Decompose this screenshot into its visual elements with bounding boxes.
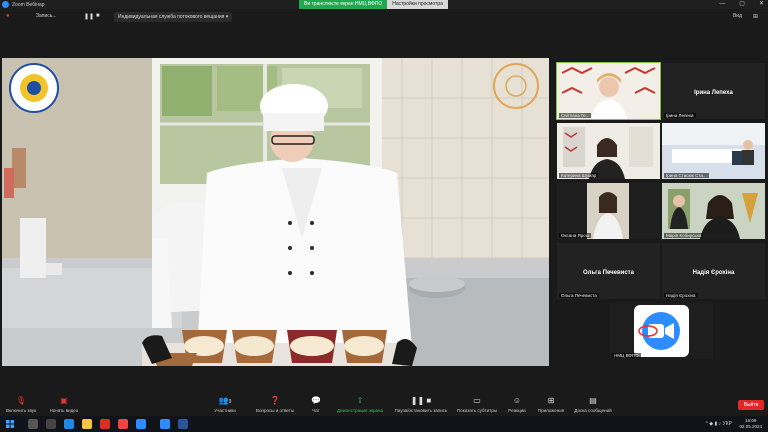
- participant-tile[interactable]: НМЦ ВФПО: [610, 303, 713, 359]
- message-board-icon: ▤: [589, 396, 597, 405]
- share-info-label: Ви транслюєте екран НМЦ ВФПО: [299, 0, 388, 9]
- pause-stop-icon: ❚❚ ■: [410, 396, 432, 405]
- participant-video: [662, 183, 765, 239]
- streaming-service-dropdown[interactable]: Индивидуальная служба потокового вещания…: [114, 12, 233, 22]
- word-icon[interactable]: [178, 419, 188, 429]
- qa-icon: ❓: [270, 396, 280, 405]
- edge-browser-icon[interactable]: [64, 419, 74, 429]
- participant-tile[interactable]: Ірина Лепеха Ірина Лепеха: [662, 63, 765, 119]
- window-controls: — ▢ ✕: [719, 0, 764, 9]
- unmute-label: Включить звук: [5, 408, 36, 413]
- participant-big-name: Надія Єрохіна: [692, 270, 735, 276]
- video-off-icon: ▣: [60, 396, 68, 405]
- reactions-button[interactable]: ☺ Реакции: [504, 396, 530, 413]
- pause-stop-recording-label: Пауза/остановить запись: [394, 408, 448, 413]
- participant-name: Ірина Лепеха: [664, 113, 696, 118]
- show-subtitles-button[interactable]: ▭ Показать субтитры: [456, 396, 498, 413]
- share-screen-icon: ⇧: [356, 396, 364, 405]
- system-tray[interactable]: ^ ◆ ▮ ♪ УКР: [706, 421, 732, 427]
- participant-name: Світлана Ге...: [559, 113, 592, 118]
- search-icon[interactable]: [28, 419, 38, 429]
- participant-tile[interactable]: Ірина Стасюк Ста...: [662, 123, 765, 179]
- participant-tile[interactable]: Марія Кобирська: [662, 183, 765, 239]
- participant-logo-video: [610, 303, 713, 359]
- share-banner: Ви транслюєте екран НМЦ ВФПО Настройки п…: [299, 0, 448, 9]
- participants-icon: 👥9: [218, 396, 232, 405]
- message-board-label: Доска сообщений: [574, 408, 612, 413]
- reactions-icon: ☺: [512, 396, 522, 405]
- college-logo-icon: [9, 63, 59, 113]
- exit-button[interactable]: Выйти: [738, 400, 764, 410]
- participant-video: [557, 123, 660, 179]
- message-board-button[interactable]: ▤ Доска сообщений: [572, 396, 614, 413]
- apps-icon: ⊞: [547, 396, 555, 405]
- task-view-icon[interactable]: [46, 419, 56, 429]
- participant-video: [557, 63, 660, 119]
- chat-icon: 💬: [311, 396, 321, 405]
- kitchen-scene-image: [2, 58, 549, 366]
- chat-label: Чат: [312, 408, 320, 413]
- zoom-meeting-icon[interactable]: [160, 419, 170, 429]
- clock[interactable]: 16:09 02.05.2024: [739, 418, 762, 430]
- participant-tile[interactable]: Ольга Печевиста Ольга Печевиста: [557, 243, 660, 299]
- participant-video: [662, 123, 765, 179]
- start-video-button[interactable]: ▣ Начать видео: [46, 396, 82, 413]
- gallery-view-icon[interactable]: ⊞: [753, 13, 758, 20]
- title-bar: Zoom Вебінар Ви транслюєте екран НМЦ ВФП…: [0, 0, 768, 9]
- recording-bar: ● Запись... ❚❚ ■ Индивидуальная служба п…: [0, 10, 768, 24]
- participant-name: Ірина Стасюк Ста...: [664, 173, 709, 178]
- participant-tile[interactable]: Оксана Ярош: [557, 183, 660, 239]
- participants-button[interactable]: 👥9 Участники: [208, 396, 242, 413]
- pause-record-button[interactable]: ❚❚: [84, 13, 94, 20]
- app-title: Zoom Вебінар: [12, 1, 45, 8]
- participant-big-name: Ірина Лепеха: [694, 90, 733, 96]
- file-explorer-icon[interactable]: [82, 419, 92, 429]
- qa-button[interactable]: ❓ Вопросы и ответы: [252, 396, 298, 413]
- close-button[interactable]: ✕: [759, 0, 764, 9]
- participants-count: 9: [228, 399, 232, 405]
- chat-button[interactable]: 💬 Чат: [306, 396, 326, 413]
- participant-name: Марія Кобирська: [664, 233, 704, 238]
- minimize-button[interactable]: —: [719, 0, 725, 9]
- show-subtitles-label: Показать субтитры: [457, 408, 497, 413]
- share-screen-label: Демонстрация экрана: [337, 408, 383, 413]
- cc-icon: ▭: [473, 396, 481, 405]
- os-taskbar: ^ ◆ ▮ ♪ УКР 16:09 02.05.2024: [0, 416, 768, 432]
- participants-label: Участники: [214, 408, 236, 413]
- mic-muted-icon: 🎙: [15, 396, 27, 405]
- opera-icon[interactable]: [118, 419, 128, 429]
- recording-label: Запись...: [36, 13, 57, 19]
- participant-name: Оксана Ярош: [559, 233, 592, 238]
- reactions-label: Реакции: [508, 408, 526, 413]
- participant-name: НМЦ ВФПО: [612, 353, 641, 358]
- clock-date: 02.05.2024: [739, 424, 762, 429]
- view-button[interactable]: Вид: [733, 13, 742, 19]
- zoom-app-icon[interactable]: [136, 419, 146, 429]
- main-shared-video: [2, 58, 549, 366]
- maximize-button[interactable]: ▢: [739, 0, 745, 9]
- qa-label: Вопросы и ответы: [256, 408, 294, 413]
- participant-name: Катерина Шумар: [559, 173, 599, 178]
- unmute-button[interactable]: 🎙 Включить звук: [4, 396, 38, 413]
- recording-icon: ●: [6, 13, 10, 19]
- participant-tile[interactable]: Світлана Ге...: [556, 62, 661, 120]
- apps-label: Приложения: [537, 408, 565, 413]
- pause-stop-recording-button[interactable]: ❚❚ ■ Пауза/остановить запись: [392, 396, 450, 413]
- chrome-icon[interactable]: [100, 419, 110, 429]
- streaming-service-label: Индивидуальная служба потокового вещания: [118, 14, 225, 20]
- windows-start-icon[interactable]: [6, 420, 14, 428]
- share-screen-button[interactable]: ⇧ Демонстрация экрана: [334, 396, 386, 413]
- participant-video: [557, 183, 660, 239]
- zoom-logo-icon: [2, 1, 9, 8]
- stop-record-button[interactable]: ■: [96, 13, 100, 19]
- participant-name: Ольга Печевиста: [559, 293, 599, 298]
- participant-name: Надія Єрохіна: [664, 293, 698, 298]
- participant-tile[interactable]: Надія Єрохіна Надія Єрохіна: [662, 243, 765, 299]
- participant-big-name: Ольга Печевиста: [583, 270, 634, 276]
- meeting-toolbar: 🎙 Включить звук ▣ Начать видео 👥9 Участн…: [0, 394, 768, 416]
- view-settings-button[interactable]: Настройки просмотра: [387, 0, 448, 9]
- participant-tile[interactable]: Катерина Шумар: [557, 123, 660, 179]
- start-video-label: Начать видео: [49, 408, 79, 413]
- apps-button[interactable]: ⊞ Приложения: [536, 396, 566, 413]
